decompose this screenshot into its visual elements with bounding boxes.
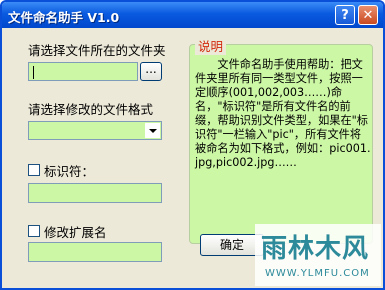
help-title: 说明 (195, 36, 227, 55)
folder-label: 请选择文件所在的文件夹 (28, 43, 166, 58)
watermark-name: 雨林木风 (261, 234, 370, 264)
identifier-label: 标识符： (44, 164, 95, 179)
extension-label: 修改扩展名 (44, 225, 107, 240)
window-title: 文件命名助手 V1.0 (8, 10, 120, 25)
extension-input[interactable] (28, 242, 162, 262)
watermark-url: WWW.YLMFU.COM (265, 268, 370, 279)
help-button[interactable]: ? (335, 5, 355, 25)
close-button[interactable]: ✕ (358, 5, 378, 25)
format-select[interactable] (28, 121, 162, 140)
extension-checkbox[interactable] (28, 225, 40, 237)
folder-path-input[interactable] (28, 62, 138, 81)
format-label: 请选择修改的文件格式 (28, 102, 154, 117)
browse-button[interactable]: ... (140, 62, 162, 81)
identifier-checkbox[interactable] (28, 164, 40, 176)
title-bar[interactable]: 文件命名助手 V1.0 ? ✕ (2, 2, 383, 28)
text-caret (33, 66, 34, 79)
identifier-input[interactable] (28, 183, 162, 203)
app-window: 文件命名助手 V1.0 ? ✕ 请选择文件所在的文件夹 ... 请选择修改的文件… (0, 0, 385, 290)
chevron-down-icon[interactable] (145, 123, 160, 138)
watermark-logo: 雨林木风 WWW.YLMFU.COM (255, 224, 381, 286)
help-text: 文件命名助手使用帮助：把文件夹里所有同一类型文件，按照一定顺序(001,002,… (195, 58, 371, 169)
